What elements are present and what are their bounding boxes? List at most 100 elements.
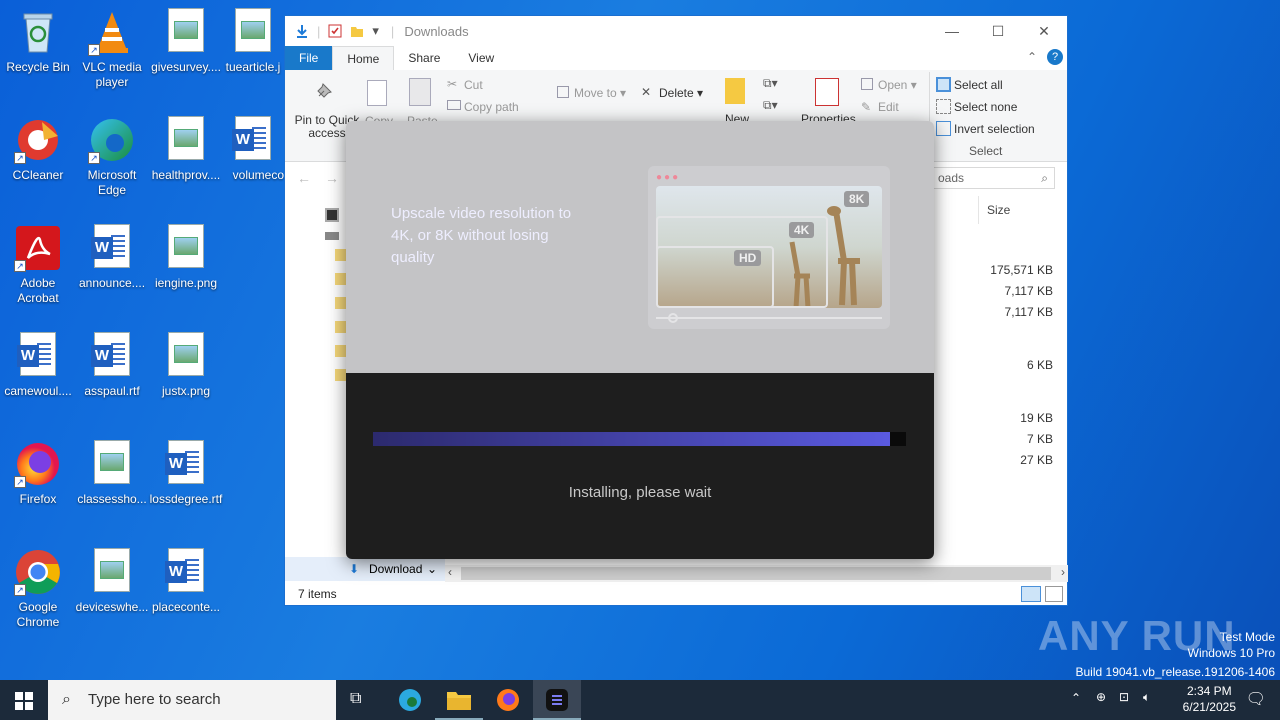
cut-button[interactable]: Cut [464,78,483,92]
badge-8k: 8K [844,191,870,207]
desktop-icon-label: announce.... [78,276,146,290]
desktop-icon-placeconte[interactable]: W placeconte... [148,548,224,615]
status-bar: 7 items [285,583,1067,605]
start-button[interactable] [0,680,48,720]
minimize-button[interactable]: — [929,16,975,46]
search-icon: ⌕ [62,691,71,708]
desktop-icon-label: deviceswhe... [75,600,149,614]
download-arrow-icon [295,24,309,38]
vlc-icon: ↗ [88,8,136,56]
maximize-button[interactable]: ☐ [975,16,1021,46]
select-none-button[interactable]: Select none [954,100,1017,114]
watermark-edition: Windows 10 Pro [1187,646,1275,660]
desktop-icon-asspaul[interactable]: W asspaul.rtf [74,332,150,399]
desktop-icon-volumeco[interactable]: W volumeco [222,116,284,183]
edge-icon: ↗ [88,116,136,164]
edit-button[interactable]: Edit [878,100,899,114]
show-hidden-icons-icon[interactable]: ⌃ [1071,691,1081,705]
new-folder-icon[interactable] [350,24,364,38]
cut-icon: ✂ [447,77,458,91]
open-icon [861,78,873,90]
file-size: 7,117 KB [1004,305,1053,319]
taskbar-edge[interactable] [386,680,434,720]
forward-arrow-icon[interactable]: → [325,170,339,186]
column-header-size[interactable]: Size [978,196,1058,224]
desktop-icon-edge[interactable]: ↗ Microsoft Edge [74,116,150,198]
desktop-icon-healthprov[interactable]: healthprov.... [148,116,224,183]
installer-progress-area: Installing, please wait [346,373,934,559]
window-dots-icon: ●●● [656,172,681,183]
close-button[interactable]: ✕ [1021,16,1067,46]
preview-slider-handle [668,313,678,323]
chrome-icon: ↗ [14,548,62,596]
desktop-icon-deviceswhe[interactable]: deviceswhe... [74,548,150,615]
image-file-icon [162,332,210,380]
desktop-icon-announce[interactable]: W announce.... [74,224,150,291]
videos-folder-icon [325,208,339,222]
back-arrow-icon[interactable]: ← [297,170,311,186]
copy-path-icon [447,100,461,110]
acrobat-icon: ↗ [14,224,62,272]
installer-banner: Upscale video resolution to 4K, or 8K wi… [346,121,934,373]
desktop-icon-label: Microsoft Edge [87,168,137,197]
desktop-icon-adobe-acrobat[interactable]: ↗ Adobe Acrobat [0,224,76,306]
move-to-button[interactable]: Move to ▾ [574,86,626,100]
clock[interactable]: 2:34 PM 6/21/2025 [1183,683,1236,715]
help-icon[interactable]: ? [1047,49,1063,65]
desktop-icon-tuearticle[interactable]: tuearticle.j [222,8,284,75]
properties-check-icon[interactable] [328,24,342,38]
easy-access-icon[interactable]: ⧉▾ [763,98,778,113]
desktop-icon-iengine[interactable]: iengine.png [148,224,224,291]
new-folder-large-icon [725,78,745,104]
desktop-icon-ccleaner[interactable]: ↗ CCleaner [0,116,76,183]
scroll-left-icon[interactable]: ‹ [448,565,452,579]
taskbar-firefox[interactable] [484,680,532,720]
select-all-button[interactable]: Select all [954,78,1003,92]
tab-share[interactable]: Share [394,46,454,70]
desktop-icon-lossdegree[interactable]: W lossdegree.rtf [148,440,224,507]
desktop-icon-chrome[interactable]: ↗ Google Chrome [0,548,76,630]
system-tray-app-icon[interactable]: ⊕ [1096,690,1106,704]
task-view-button[interactable]: ⧉ [336,680,384,720]
network-icon[interactable]: ⊡ [1119,690,1129,704]
search-input[interactable]: oads ⌕ [933,167,1055,189]
notifications-icon[interactable]: 🗨︎ [1246,689,1266,709]
large-icons-view-icon[interactable] [1045,586,1063,602]
promo-text: Upscale video resolution to 4K, or 8K wi… [391,205,572,266]
taskbar-file-explorer[interactable] [435,680,483,720]
install-status-text: Installing, please wait [568,484,712,501]
volume-icon[interactable]: 🔈︎ [1143,690,1150,705]
tab-view[interactable]: View [454,46,508,70]
desktop-icon-camewoul[interactable]: W camewoul.... [0,332,76,399]
delete-button[interactable]: Delete ▾ [659,86,703,100]
edit-icon: ✎ [861,100,872,114]
pin-icon [313,80,335,102]
desktop-icon-firefox[interactable]: ↗ Firefox [0,440,76,507]
scrollbar-thumb[interactable] [461,567,1051,580]
nav-pane-downloads[interactable]: ⬇ Download ⌄ [285,557,445,581]
copy-path-button[interactable]: Copy path [464,100,519,114]
progress-fill [373,432,890,446]
open-button[interactable]: Open ▾ [878,78,917,92]
desktop-icon-justx[interactable]: justx.png [148,332,224,399]
desktop-icon-vlc[interactable]: ↗ VLC media player [74,8,150,90]
desktop-icon-givesurvey[interactable]: givesurvey.... [148,8,224,75]
desktop-icon-recycle-bin[interactable]: Recycle Bin [0,8,76,75]
search-icon: ⌕ [1041,171,1048,185]
windows-logo-icon [15,692,33,710]
tab-home[interactable]: Home [332,46,395,70]
quick-access-dropdown-icon[interactable]: ▾ [372,23,379,39]
new-item-icon[interactable]: ⧉▾ [763,76,778,91]
scroll-right-icon[interactable]: › [1061,565,1065,579]
details-view-icon[interactable] [1021,586,1041,602]
invert-selection-button[interactable]: Invert selection [954,122,1035,136]
collapse-ribbon-icon[interactable]: ⌃ [1027,50,1037,64]
desktop-icon-label: Adobe Acrobat [17,276,59,305]
taskbar-search-box[interactable]: ⌕ Type here to search [48,680,336,720]
file-size: 7,117 KB [1004,284,1053,298]
horizontal-scrollbar[interactable]: ‹ › [445,565,1068,582]
taskbar-installer-app[interactable] [533,680,581,720]
clock-date: 6/21/2025 [1182,700,1236,714]
desktop-icon-classessho[interactable]: classessho... [74,440,150,507]
tab-file[interactable]: File [285,46,333,70]
